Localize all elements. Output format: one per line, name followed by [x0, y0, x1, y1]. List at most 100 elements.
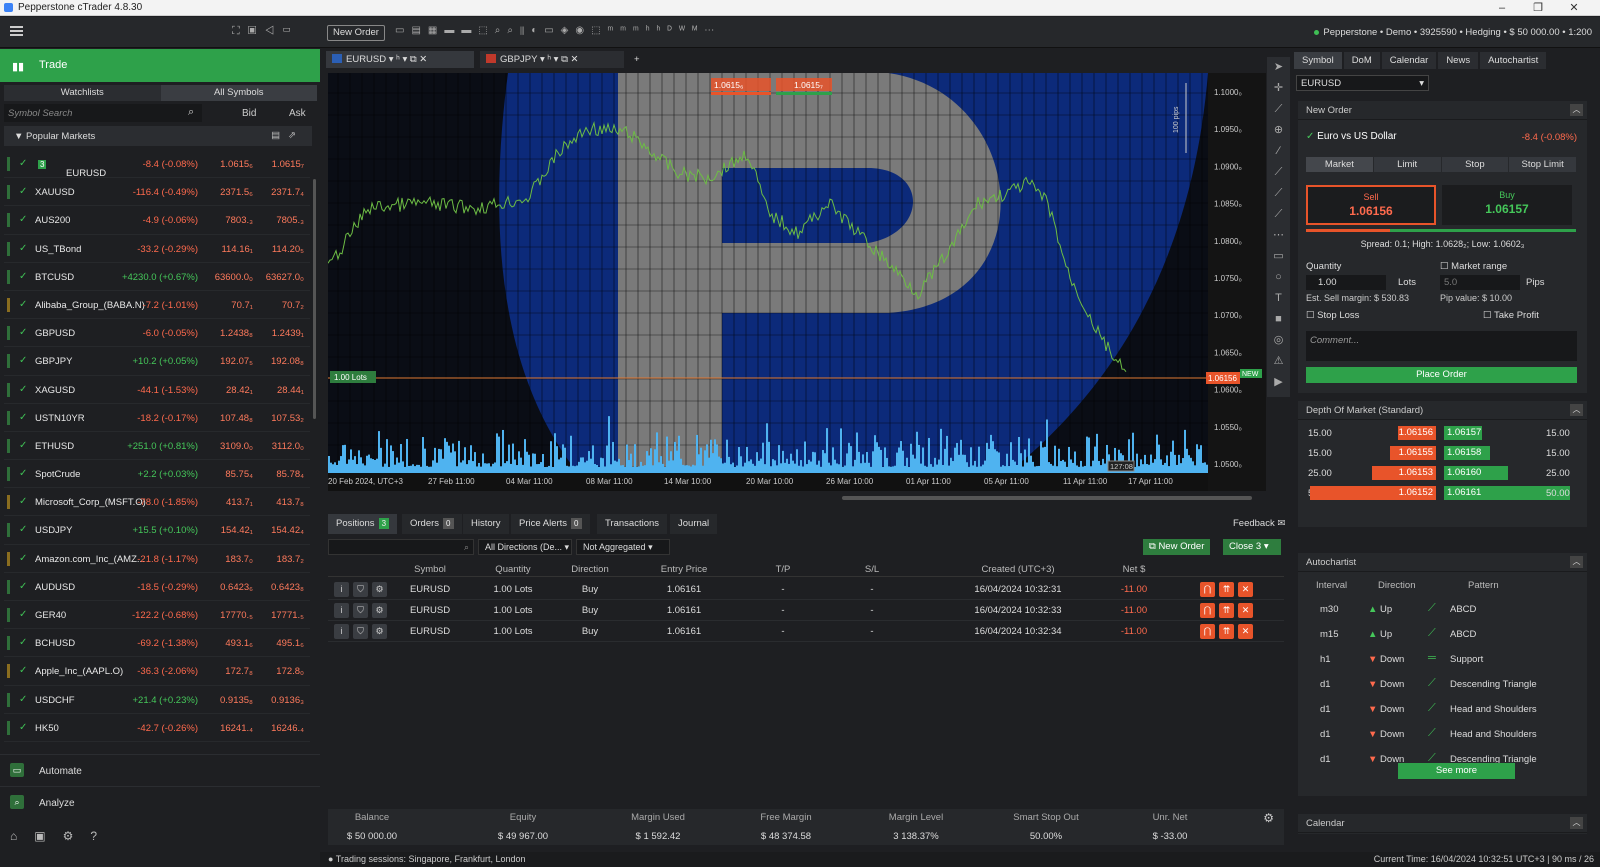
protection-icon[interactable]: ⛉	[353, 582, 368, 597]
column-header[interactable]: T/P	[776, 564, 791, 575]
list-item[interactable]: ✓ BTCUSD +4230.0 (+0.67%) 63600.0₀ 63627.0₀	[4, 263, 310, 291]
direction-filter[interactable]: All Directions (De... ▾	[478, 539, 572, 555]
list-item[interactable]: ✓ USTN10YR -18.2 (-0.17%) 107.48₈ 107.53₂	[4, 404, 310, 432]
ask-price[interactable]: 7805.₃	[276, 215, 304, 226]
chart-sell-price[interactable]: 1.0615₆	[714, 80, 743, 90]
bid-price[interactable]: 85.75₄	[225, 469, 253, 480]
ask-price[interactable]: 70.7₂	[282, 300, 304, 311]
new-order-header[interactable]: New Order ︿	[1298, 101, 1587, 120]
bid-price[interactable]: 0.9135₈	[220, 695, 253, 706]
bid-price[interactable]: 1.2438₈	[220, 328, 253, 339]
tab-news[interactable]: News	[1438, 52, 1479, 69]
calendar-header[interactable]: Calendar ︿	[1298, 814, 1587, 833]
double-icon[interactable]: ⇈	[1219, 582, 1234, 597]
favorite-check-icon[interactable]: ✓	[19, 299, 27, 310]
info-icon[interactable]: i	[334, 624, 349, 639]
bid-price[interactable]: 17770.₅	[220, 610, 253, 621]
sell-button[interactable]: Sell 1.06156	[1306, 185, 1436, 225]
favorite-check-icon[interactable]: ✓	[19, 440, 27, 451]
info-icon[interactable]: i	[334, 582, 349, 597]
order-type-market[interactable]: Market	[1306, 157, 1373, 172]
order-type-stop-limit[interactable]: Stop Limit	[1509, 157, 1576, 172]
comment-input[interactable]: Comment...	[1306, 331, 1577, 361]
pattern-name[interactable]: Descending Triangle	[1450, 679, 1537, 690]
list-item[interactable]: ✓ Alibaba_Group_(BABA.N) -7.2 (-1.01%) 70.7…	[4, 291, 310, 320]
symbol-selector[interactable]: EURUSD ▾	[1296, 75, 1429, 91]
bid-price[interactable]: 1.0615₆	[220, 159, 253, 170]
positions-search-input[interactable]: ⌕	[328, 539, 474, 555]
tab-history[interactable]: History	[463, 514, 509, 534]
layout-icons[interactable]: ⛶▣◁▭	[232, 25, 299, 38]
list-item[interactable]: ✓ GBPJPY +10.2 (+0.05%) 192.07₅ 192.08₈	[4, 347, 310, 376]
nav-automate[interactable]: ▭ Automate	[0, 754, 320, 786]
double-icon[interactable]: ⇈	[1219, 624, 1234, 639]
favorite-check-icon[interactable]: ✓	[19, 214, 27, 225]
dom-buy-price[interactable]: 1.06157	[1444, 426, 1482, 440]
pattern-name[interactable]: Support	[1450, 654, 1483, 665]
autochartist-header[interactable]: Autochartist ︿	[1298, 553, 1587, 572]
account-info[interactable]: Pepperstone • Demo • 3925590 • Hedging •…	[1314, 27, 1592, 38]
new-order-button[interactable]: New Order	[327, 25, 385, 41]
favorite-check-icon[interactable]: ✓	[19, 553, 27, 564]
settings-icon[interactable]: ⚙	[1263, 811, 1274, 825]
bid-price[interactable]: 16241.₄	[220, 723, 253, 734]
tab-dom[interactable]: DoM	[1343, 52, 1380, 69]
reverse-icon[interactable]: ⋂	[1200, 603, 1215, 618]
ask-price[interactable]: 28.44₁	[277, 385, 304, 396]
quantity-stepper[interactable]: 1.00	[1306, 275, 1386, 290]
bid-price[interactable]: 493.1₆	[225, 638, 253, 649]
ask-price[interactable]: 495.1₆	[276, 638, 304, 649]
favorite-check-icon[interactable]: ✓	[19, 327, 27, 338]
table-row[interactable]: i ⛉ ⚙ EURUSD 1.00 Lots Buy 1.06161 - - 16/04/2024…	[328, 621, 1284, 642]
chart-toolbar-icons[interactable]: ▭▤▦▬▬⬚⌕⌕⫴◐▭◈◉⬚ᵐᵐᵐʰʰᴰᵂᴹ⋯	[395, 25, 721, 36]
bid-price[interactable]: 0.6423₆	[220, 582, 253, 593]
info-icon[interactable]: i	[334, 603, 349, 618]
close-all-button[interactable]: Close 3 ▾	[1223, 539, 1281, 555]
collapse-icon[interactable]: ︿	[1570, 404, 1583, 416]
close-button[interactable]: ✕	[1556, 1, 1592, 14]
settings-icon[interactable]: ⚙	[372, 582, 387, 597]
bid-price[interactable]: 28.42₁	[226, 385, 253, 396]
market-range-toggle[interactable]: ☐ Market range	[1440, 261, 1507, 272]
dom-buy-price[interactable]: 1.06158	[1444, 446, 1490, 460]
nav-analyze[interactable]: ⌕ Analyze	[0, 786, 320, 818]
list-item[interactable]: ✓ USDCHF +21.4 (+0.23%) 0.9135₈ 0.9136₃	[4, 686, 310, 714]
settings-icon[interactable]: ⚙	[372, 603, 387, 618]
footer-icons[interactable]: ⌂▣⚙?	[10, 829, 114, 843]
ask-price[interactable]: 154.42₄	[271, 525, 304, 536]
list-item[interactable]: ✓ Microsoft_Corp_(MSFT.O) -78.0 (-1.85%) 41…	[4, 488, 310, 517]
list-item[interactable]: ✓ Apple_Inc_(AAPL.O) -36.3 (-2.06%) 172.7₈ 1…	[4, 657, 310, 686]
tab-autochartist[interactable]: Autochartist	[1480, 52, 1547, 69]
ask-price[interactable]: 413.7₈	[276, 497, 304, 508]
collapse-icon[interactable]: ▼	[14, 131, 26, 142]
list-item[interactable]: ✓ XAGUSD -44.1 (-1.53%) 28.42₁ 28.44₁	[4, 376, 310, 404]
column-header[interactable]: Net $	[1123, 564, 1146, 575]
favorite-check-icon[interactable]: ✓	[19, 412, 27, 423]
pattern-name[interactable]: Head and Shoulders	[1450, 704, 1537, 715]
dom-sell-price[interactable]: 1.06153	[1372, 466, 1436, 480]
bid-price[interactable]: 183.7₀	[225, 554, 253, 565]
ask-price[interactable]: 192.08₈	[271, 356, 304, 367]
column-header[interactable]: Direction	[571, 564, 609, 575]
favorite-check-icon[interactable]: ✓	[19, 355, 27, 366]
list-item[interactable]: ✓ HK50 -42.7 (-0.26%) 16241.₄ 16246.₄	[4, 714, 310, 742]
tab-watchlists[interactable]: Watchlists	[4, 85, 161, 101]
feedback-link[interactable]: Feedback ✉	[1233, 518, 1285, 529]
table-row[interactable]: i ⛉ ⚙ EURUSD 1.00 Lots Buy 1.06161 - - 16/04/2024…	[328, 579, 1284, 600]
maximize-button[interactable]: ❐	[1520, 1, 1556, 14]
tab-orders[interactable]: Orders 0	[402, 514, 462, 534]
ask-price[interactable]: 114.20₅	[272, 244, 304, 255]
favorite-check-icon[interactable]: ✓	[19, 581, 27, 592]
tab-transactions[interactable]: Transactions	[597, 514, 668, 534]
ask-price[interactable]: 172.8₀	[276, 666, 304, 677]
stop-loss-toggle[interactable]: ☐ Stop Loss	[1306, 310, 1359, 321]
reverse-icon[interactable]: ⋂	[1200, 582, 1215, 597]
bid-price[interactable]: 70.7₁	[231, 300, 253, 311]
ask-price[interactable]: 17771.₅	[271, 610, 304, 621]
aggregation-filter[interactable]: Not Aggregated ▾	[576, 539, 670, 555]
ask-price[interactable]: 183.7₂	[277, 554, 304, 565]
dom-sell-price[interactable]: 1.06155	[1390, 446, 1436, 460]
column-header[interactable]: Entry Price	[661, 564, 707, 575]
chart-canvas[interactable]: 1.1000₀ 1.0950₀ 1.0900₀ 1.0850₀ 1.0800₀ 1.075…	[327, 73, 1266, 491]
list-item[interactable]: ✓ XAUUSD -116.4 (-0.49%) 2371.5₆ 2371.7₄	[4, 178, 310, 207]
